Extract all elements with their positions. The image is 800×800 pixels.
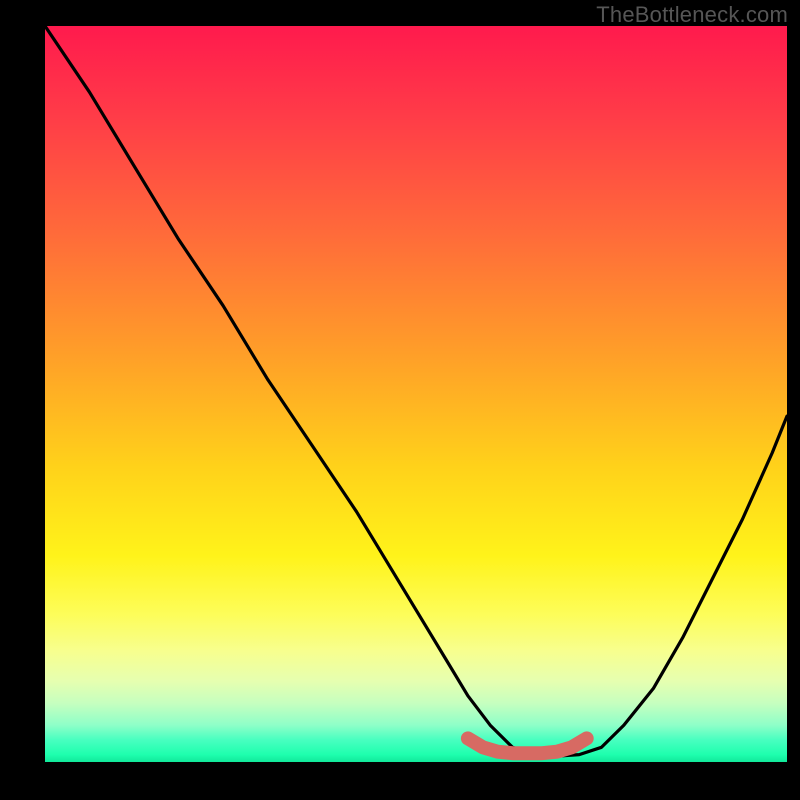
chart-frame: TheBottleneck.com (0, 0, 800, 800)
curves-layer (45, 26, 787, 762)
performance-curve (45, 26, 787, 756)
plot-area (45, 26, 787, 762)
attribution-text: TheBottleneck.com (596, 2, 788, 28)
bottleneck-band (468, 738, 587, 753)
